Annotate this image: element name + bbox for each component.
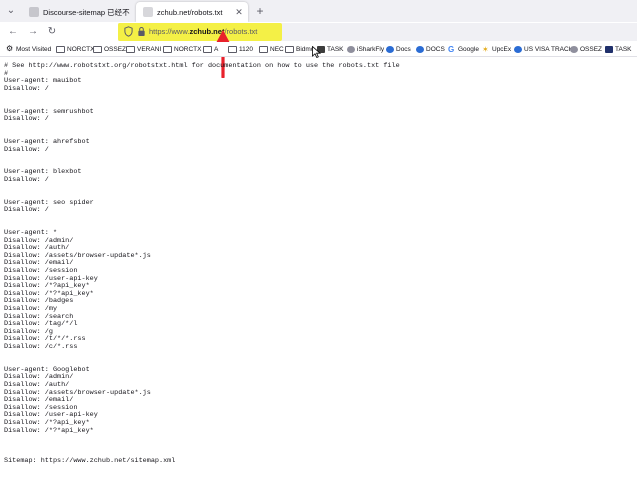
bookmark-us-visa-track[interactable]: US VISA TRACK [514, 43, 573, 55]
bookmark-label: UpcEx [492, 45, 512, 53]
bookmark-folder-norctx-2[interactable]: NORCTX [163, 43, 201, 55]
bookmark-docs-2[interactable]: DOCS [416, 43, 445, 55]
bookmark-label: US VISA TRACK [524, 45, 574, 53]
back-arrow-icon[interactable]: ← [5, 24, 21, 40]
tab-robots-txt[interactable]: zchub.net/robots.txt ✕ [136, 2, 248, 22]
navigation-toolbar: ← → ↻ https://www.zchub.net/robots.txt [0, 22, 637, 42]
bookmark-label: OSSEZ [104, 45, 127, 53]
bookmark-upcex[interactable]: ✶ UpcEx [482, 43, 511, 55]
gear-icon: ⚙ [6, 44, 14, 53]
bookmark-isharkfly[interactable]: iSharkFly [347, 43, 384, 55]
docs-icon [416, 45, 424, 53]
visa-icon [514, 45, 522, 53]
bookmark-google[interactable]: G Google [448, 43, 479, 55]
robots-txt-content: # See http://www.robotstxt.org/robotstxt… [4, 62, 400, 465]
folder-icon [203, 45, 212, 53]
bookmark-label: A [214, 45, 219, 53]
folder-icon [56, 45, 65, 53]
tab-favicon-icon [29, 7, 39, 17]
bookmark-folder-norctx[interactable]: NORCTX [56, 43, 94, 55]
bookmark-folder-verani[interactable]: VERANI [126, 43, 161, 55]
bookmark-folder-1120[interactable]: 1120 [228, 43, 253, 55]
bookmark-label: NORCTX [174, 45, 202, 53]
mouse-cursor-icon [312, 46, 321, 58]
folder-icon [126, 45, 135, 53]
bookmark-most-visited[interactable]: ⚙ Most Visited [6, 43, 51, 55]
forward-arrow-icon[interactable]: → [25, 24, 41, 40]
tracking-protection-shield-icon[interactable] [124, 26, 133, 37]
bookmark-label: NORCTX [67, 45, 95, 53]
bookmark-label: VERANI [137, 45, 162, 53]
list-all-tabs-chevron-icon[interactable]: ⌄ [4, 4, 18, 18]
bookmark-label: DOCS [426, 45, 445, 53]
bookmark-label: TASK [327, 45, 344, 53]
bookmark-folder-a[interactable]: A [203, 43, 218, 55]
folder-icon [163, 45, 172, 53]
url-prefix: https://www. [149, 27, 190, 36]
bookmark-label: NEC [270, 45, 284, 53]
lock-icon[interactable] [137, 26, 146, 37]
ups-icon: ✶ [482, 44, 489, 54]
tab-discourse-sitemap[interactable]: Discourse-sitemap 已经不需要了 [22, 2, 130, 22]
isharkfly-icon [347, 45, 355, 53]
reload-icon[interactable]: ↻ [44, 24, 60, 40]
bookmark-docs[interactable]: Docs [386, 43, 411, 55]
bookmark-folder-ossez[interactable]: OSSEZ [93, 43, 126, 55]
docs-icon [386, 45, 394, 53]
bookmark-label: 1120 [239, 45, 253, 53]
bookmark-label: iSharkFly [357, 45, 385, 53]
bookmark-label: TASK [615, 45, 632, 53]
close-tab-icon[interactable]: ✕ [233, 7, 245, 18]
bookmark-folder-nec[interactable]: NEC [259, 43, 284, 55]
bookmark-label: OSSEZ [580, 45, 603, 53]
bookmark-label: Google [458, 45, 479, 53]
ossez-icon [570, 45, 578, 53]
folder-icon [228, 45, 237, 53]
folder-icon [285, 45, 294, 53]
bookmark-label: Docs [396, 45, 411, 53]
bookmark-ossez[interactable]: OSSEZ [570, 43, 602, 55]
google-icon: G [448, 44, 455, 54]
tab-title: zchub.net/robots.txt [157, 7, 223, 17]
tab-favicon-icon [143, 7, 153, 17]
folder-icon [93, 45, 102, 53]
folder-icon [259, 45, 268, 53]
task-icon [605, 45, 613, 53]
bookmark-task-2[interactable]: TASK [605, 43, 632, 55]
tab-strip: ⌄ Discourse-sitemap 已经不需要了 zchub.net/rob… [0, 0, 637, 22]
url-text[interactable]: https://www.zchub.net/robots.txt [149, 25, 257, 39]
new-tab-plus-icon[interactable]: + [252, 3, 268, 19]
bookmark-folder-bidmc[interactable]: Bidmc [285, 43, 314, 55]
tab-title: Discourse-sitemap 已经不需要了 [43, 7, 130, 17]
bookmark-label: Most Visited [16, 45, 52, 53]
